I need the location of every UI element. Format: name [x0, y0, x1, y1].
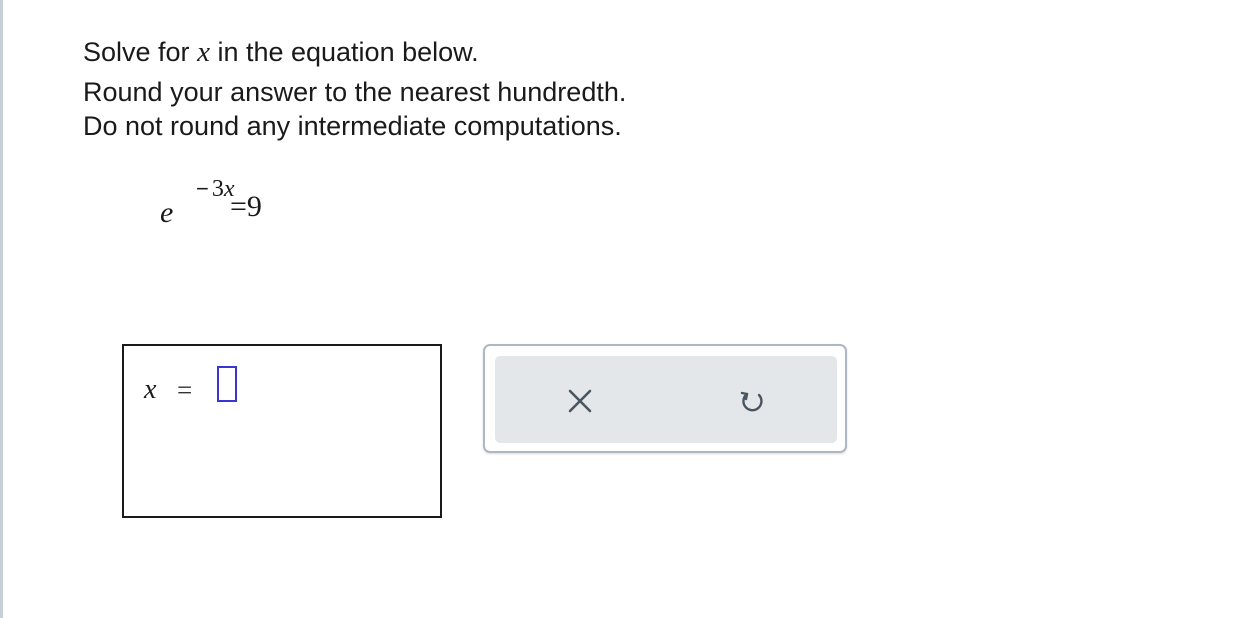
- instruction-line-1-suffix: in the equation below.: [209, 37, 479, 67]
- equation-base: e: [160, 196, 174, 229]
- instruction-line-1-prefix: Solve for: [83, 37, 198, 67]
- instruction-line-1: Solve for x in the equation below.: [83, 35, 626, 69]
- undo-icon: [740, 391, 763, 412]
- answer-variable: x: [144, 374, 157, 405]
- tools-panel: [483, 344, 847, 453]
- exponent-coefficient: 3: [211, 176, 224, 202]
- close-icon: [568, 389, 592, 413]
- answer-equals-sign: =: [177, 375, 193, 405]
- instruction-variable: x: [197, 36, 210, 68]
- left-border-rule: [0, 0, 3, 618]
- clear-button[interactable]: [563, 384, 597, 418]
- undo-button[interactable]: [735, 384, 769, 418]
- equation: e −3x =9: [160, 176, 320, 236]
- question-instructions: Solve for x in the equation below. Round…: [83, 35, 626, 143]
- equation-exponent: −3x: [196, 176, 235, 203]
- tools-panel-inner: [495, 356, 837, 443]
- equation-rhs: =9: [230, 190, 262, 223]
- exponent-sign: −: [196, 176, 209, 201]
- instruction-line-2: Round your answer to the nearest hundred…: [83, 77, 627, 107]
- answer-area: x =: [122, 344, 442, 518]
- instruction-line-3: Do not round any intermediate computatio…: [83, 111, 622, 141]
- answer-input[interactable]: [217, 366, 237, 402]
